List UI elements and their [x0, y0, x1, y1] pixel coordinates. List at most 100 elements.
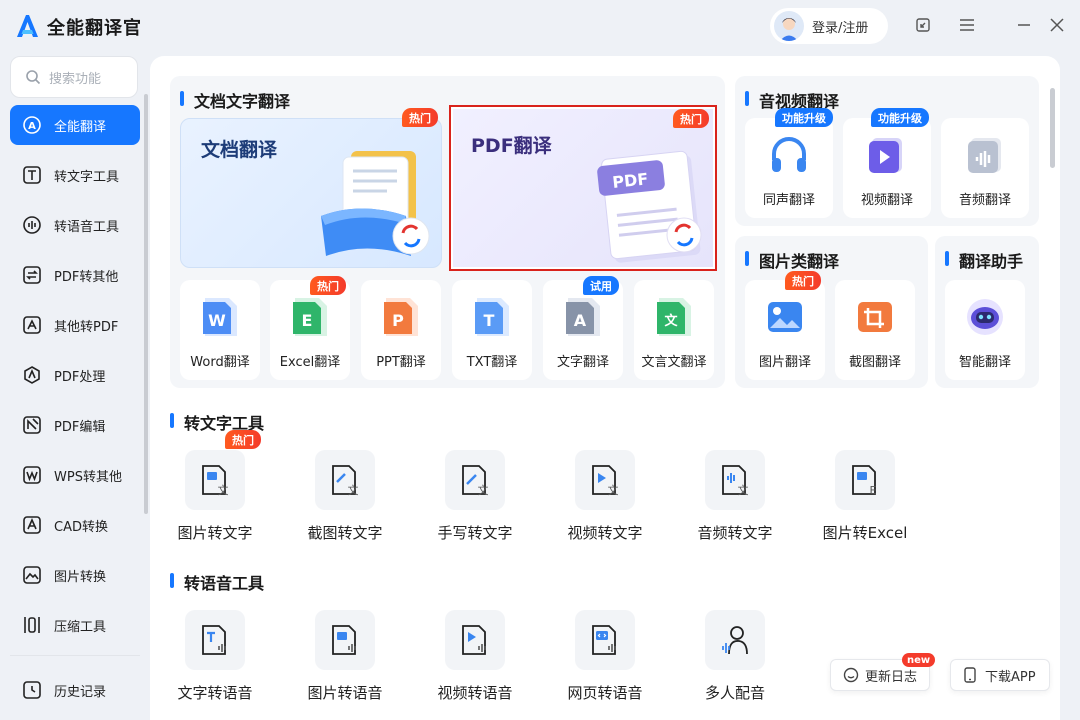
card-label: 文档翻译 [201, 139, 278, 161]
tool-text-translate[interactable]: A 文字翻译 [543, 280, 623, 380]
tool-image-translate[interactable]: 图片翻译 [745, 280, 825, 380]
tool-screenshot-translate[interactable]: 截图翻译 [835, 280, 915, 380]
section-title: 图片类翻译 [745, 248, 839, 272]
image-translate-icon [768, 302, 802, 332]
sidebar-item-other-to-pdf[interactable]: 其他转PDF [10, 305, 140, 345]
sidebar-item-label: 转语音工具 [54, 219, 120, 235]
tool-web-to-speech[interactable]: 网页转语音 [540, 610, 670, 720]
pdf-illustration-icon: PDF [597, 150, 702, 263]
tool-image-to-text[interactable]: 文 图片转文字 [150, 450, 280, 560]
tool-label: 图片转语音 [307, 684, 383, 702]
sidebar-item-pdf-edit[interactable]: PDF编辑 [10, 405, 140, 445]
pdf-convert-icon [23, 266, 41, 284]
tool-classical-translate[interactable]: 文 文言文翻译 [634, 280, 714, 380]
pdf-process-icon [24, 366, 40, 384]
doc-translate-panel: 文档文字翻译 文档翻译 热门 PDF翻译 PDF 热门 W Word翻译 E E… [170, 76, 725, 388]
main-scrollbar[interactable] [1050, 88, 1055, 168]
svg-text:文: 文 [664, 313, 678, 329]
doc-translate-card[interactable]: 文档翻译 [180, 118, 442, 268]
crop-icon [858, 302, 892, 332]
text-to-speech-icon [202, 625, 226, 655]
tool-label: 文字转语音 [177, 684, 253, 702]
hamburger-icon [960, 19, 974, 31]
svg-text:E: E [302, 311, 313, 330]
tool-txt-translate[interactable]: T TXT翻译 [452, 280, 532, 380]
classical-file-icon: 文 [657, 298, 691, 336]
sidebar-item-translate[interactable]: A 全能翻译 [10, 105, 140, 145]
sidebar-item-wps[interactable]: WPS转其他 [10, 455, 140, 495]
login-button[interactable]: 登录/注册 [770, 8, 888, 44]
tool-video-to-text[interactable]: 文 视频转文字 [540, 450, 670, 560]
close-button[interactable] [1047, 15, 1067, 35]
tool-image-to-excel[interactable]: E 图片转Excel [800, 450, 930, 560]
to-pdf-icon [23, 316, 41, 334]
tool-screenshot-to-text[interactable]: 文 截图转文字 [280, 450, 410, 560]
ppt-file-icon: P [384, 298, 418, 336]
sidebar-scrollbar[interactable] [144, 94, 148, 514]
sidebar-item-label: PDF处理 [54, 369, 106, 385]
hot-badge: 热门 [785, 271, 821, 290]
tool-label: Excel翻译 [279, 355, 341, 370]
hot-badge: 热门 [225, 430, 261, 449]
sidebar-item-to-text[interactable]: 转文字工具 [10, 155, 140, 195]
hot-badge: 热门 [310, 276, 346, 295]
pdf-translate-card[interactable]: PDF翻译 PDF 热门 [449, 105, 717, 271]
tool-excel-translate[interactable]: E Excel翻译 [270, 280, 350, 380]
sidebar-item-image-convert[interactable]: 图片转换 [10, 555, 140, 595]
tool-label: 手写转文字 [437, 524, 513, 542]
menu-button[interactable] [957, 15, 977, 35]
tool-label: TXT翻译 [466, 355, 518, 370]
tool-label: PPT翻译 [376, 355, 426, 370]
video-play-icon [869, 138, 902, 173]
sidebar-item-compress[interactable]: 压缩工具 [10, 605, 140, 645]
robot-icon [967, 299, 1003, 335]
voice-wave-icon [23, 216, 41, 234]
tool-text-to-speech[interactable]: 文字转语音 [150, 610, 280, 720]
search-input[interactable]: 搜索功能 [10, 56, 138, 98]
tool-image-to-speech[interactable]: 图片转语音 [280, 610, 410, 720]
svg-text:文: 文 [478, 483, 489, 497]
svg-text:A: A [574, 311, 587, 330]
tool-label: 截图转文字 [307, 524, 383, 542]
sidebar-item-pdf-to-other[interactable]: PDF转其他 [10, 255, 140, 295]
section-title: 转语音工具 [170, 570, 264, 594]
audio-to-text-icon: 文 [722, 465, 749, 497]
tool-video-translate[interactable]: 视频翻译 [843, 118, 931, 218]
tool-label: 多人配音 [704, 684, 765, 702]
sidebar-item-cad[interactable]: CAD转换 [10, 505, 140, 545]
sidebar-item-label: PDF转其他 [54, 269, 119, 285]
assistant-panel: 翻译助手 智能翻译 [935, 236, 1039, 388]
tool-label: 音频转文字 [697, 524, 773, 542]
tool-simultaneous-translate[interactable]: 同声翻译 [745, 118, 833, 218]
sidebar-item-history[interactable]: 历史记录 [10, 670, 140, 710]
tool-audio-to-text[interactable]: 文 音频转文字 [670, 450, 800, 560]
tool-label: 文字翻译 [556, 355, 609, 370]
smile-icon [843, 667, 859, 683]
upgrade-badge: 功能升级 [871, 108, 929, 127]
tool-multi-voice[interactable]: 多人配音 [670, 610, 800, 720]
sidebar-item-to-voice[interactable]: 转语音工具 [10, 205, 140, 245]
svg-text:文: 文 [348, 483, 359, 497]
hot-badge: 热门 [673, 109, 709, 128]
av-translate-panel: 音视频翻译 同声翻译 功能升级 视频翻译 功能升级 音频翻译 [735, 76, 1039, 226]
search-icon [26, 70, 41, 85]
sidebar-item-pdf-process[interactable]: PDF处理 [10, 355, 140, 395]
hot-badge: 热门 [402, 108, 438, 127]
tool-handwriting-to-text[interactable]: 文 手写转文字 [410, 450, 540, 560]
minimize-button[interactable] [1014, 15, 1034, 35]
changelog-label: 更新日志 [865, 669, 918, 685]
video-to-text-icon: 文 [592, 465, 619, 497]
tool-video-to-speech[interactable]: 视频转语音 [410, 610, 540, 720]
headphones-icon [772, 137, 806, 172]
mini-mode-button[interactable] [913, 15, 933, 35]
title-bar: 全能翻译官 登录/注册 [0, 0, 1080, 52]
tool-smart-translate[interactable]: 智能翻译 [945, 280, 1025, 380]
wps-icon [23, 466, 41, 484]
web-to-speech-icon [592, 625, 616, 655]
minimize-icon [1018, 24, 1030, 26]
tool-audio-translate[interactable]: 音频翻译 [941, 118, 1029, 218]
download-app-button[interactable]: 下载APP [950, 659, 1050, 691]
tool-ppt-translate[interactable]: P PPT翻译 [361, 280, 441, 380]
tool-word-translate[interactable]: W Word翻译 [180, 280, 260, 380]
trial-badge: 试用 [583, 276, 619, 295]
